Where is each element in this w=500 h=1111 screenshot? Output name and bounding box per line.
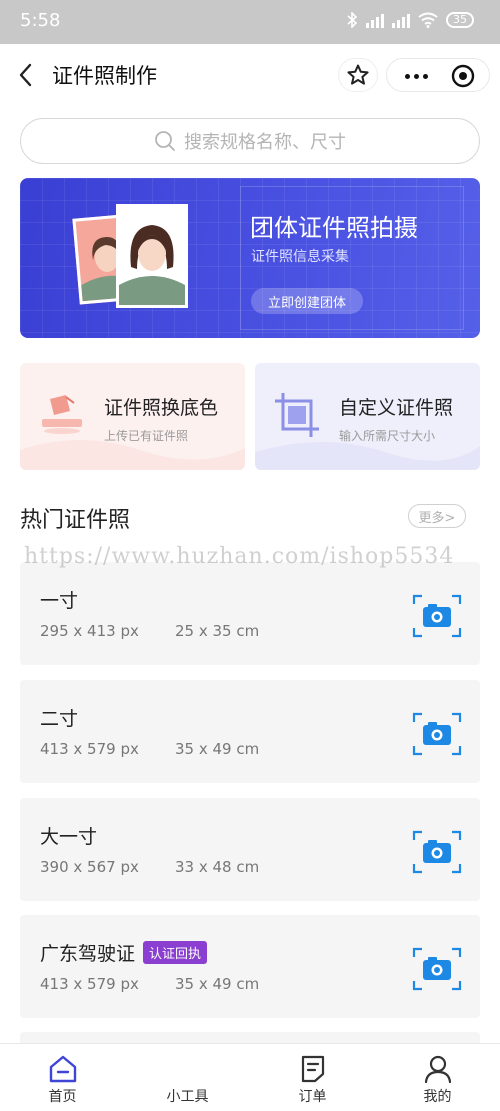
tab-tools-label: 小工具	[166, 1089, 209, 1105]
nav-bar: 证件照制作	[0, 44, 500, 106]
tab-mine[interactable]: 我的	[375, 1044, 500, 1111]
tab-orders[interactable]: 订单	[250, 1044, 375, 1111]
portrait-photo-white	[116, 204, 188, 308]
back-icon[interactable]	[16, 62, 36, 88]
camera-icon[interactable]	[412, 594, 462, 638]
receipt-badge: 认证回执	[143, 941, 208, 964]
change-background-title: 证件照换底色	[104, 397, 219, 419]
wifi-icon	[418, 12, 438, 28]
item-name: 二寸	[40, 708, 79, 730]
tab-home-label: 首页	[48, 1089, 77, 1105]
star-icon	[347, 64, 369, 85]
more-button[interactable]: 更多>	[408, 504, 466, 528]
watermark-text: https://www.huzhan.com/ishop5534	[24, 544, 455, 569]
banner-title: 团体证件照拍摄	[250, 214, 418, 242]
tab-mine-label: 我的	[423, 1089, 452, 1105]
custom-photo-subtitle: 输入所需尺寸大小	[339, 429, 436, 443]
user-icon	[424, 1055, 451, 1084]
item-cm-size: 25 x 35 cm	[175, 622, 260, 640]
item-name: 广东驾驶证 认证回执	[40, 939, 208, 966]
change-background-card[interactable]: 证件照换底色 上传已有证件照	[20, 363, 245, 470]
favorite-button[interactable]	[338, 58, 378, 92]
list-item[interactable]: 大一寸 390 x 567 px 33 x 48 cm	[20, 798, 480, 901]
status-icons: 35	[346, 12, 474, 28]
menu-capsule	[386, 58, 490, 92]
page-title: 证件照制作	[52, 64, 157, 88]
tab-tools[interactable]: 小工具	[125, 1044, 250, 1111]
custom-photo-card[interactable]: 自定义证件照 输入所需尺寸大小	[255, 363, 480, 470]
camera-icon[interactable]	[412, 712, 462, 756]
item-pixel-size: 295 x 413 px	[40, 622, 139, 640]
list-item[interactable]: 一寸 295 x 413 px 25 x 35 cm	[20, 562, 480, 665]
custom-photo-title: 自定义证件照	[339, 397, 454, 419]
bluetooth-icon	[347, 12, 358, 28]
order-icon	[301, 1055, 324, 1083]
tab-bar: 首页 小工具 订单 我的	[0, 1043, 500, 1111]
status-time: 5:58	[20, 10, 61, 31]
more-icon[interactable]	[401, 68, 431, 84]
item-cm-size: 33 x 48 cm	[175, 858, 260, 876]
camera-icon[interactable]	[412, 947, 462, 991]
battery-icon: 35	[446, 12, 474, 28]
item-pixel-size: 413 x 579 px	[40, 740, 139, 758]
search-placeholder: 搜索规格名称、尺寸	[184, 132, 346, 153]
search-input[interactable]: 搜索规格名称、尺寸	[20, 118, 480, 164]
paint-bucket-icon	[42, 395, 82, 434]
item-cm-size: 35 x 49 cm	[175, 740, 260, 758]
section-title: 热门证件照	[20, 508, 131, 533]
list-item[interactable]: 二寸 413 x 579 px 35 x 49 cm	[20, 680, 480, 783]
search-icon	[155, 131, 175, 151]
item-cm-size: 35 x 49 cm	[175, 975, 260, 993]
item-pixel-size: 413 x 579 px	[40, 975, 139, 993]
item-name: 大一寸	[40, 826, 98, 848]
banner-subtitle: 证件照信息采集	[251, 249, 349, 265]
change-background-subtitle: 上传已有证件照	[104, 429, 189, 443]
crop-icon	[275, 393, 319, 437]
tab-home[interactable]: 首页	[0, 1044, 125, 1111]
signal-icon	[366, 12, 384, 28]
group-photo-banner[interactable]: 团体证件照拍摄 证件照信息采集 立即创建团体	[20, 178, 480, 338]
home-icon	[49, 1055, 76, 1083]
tools-icon	[173, 1054, 203, 1084]
camera-icon[interactable]	[412, 830, 462, 874]
signal-icon-2	[392, 12, 410, 28]
status-bar: 5:58 35	[0, 0, 500, 44]
list-item[interactable]: 广东驾驶证 认证回执 413 x 579 px 35 x 49 cm	[20, 915, 480, 1018]
item-name: 一寸	[40, 590, 79, 612]
close-target-icon[interactable]	[451, 64, 475, 88]
item-pixel-size: 390 x 567 px	[40, 858, 139, 876]
tab-orders-label: 订单	[298, 1089, 327, 1105]
create-group-button[interactable]: 立即创建团体	[251, 288, 363, 314]
